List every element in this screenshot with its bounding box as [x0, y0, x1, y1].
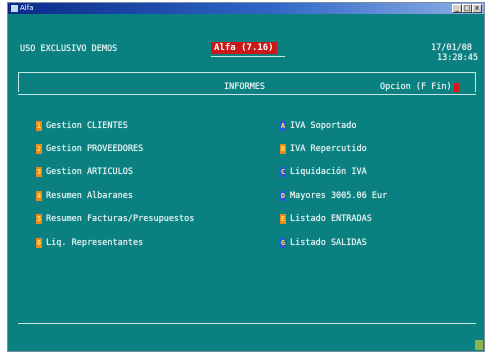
badge-underline — [211, 56, 285, 57]
option-prompt: Opcion (F Fin) — [380, 82, 452, 92]
hotkey-g: G — [280, 238, 286, 248]
hotkey-1: 1 — [36, 121, 42, 131]
minimize-icon[interactable]: _ — [452, 4, 462, 13]
section-title: INFORMES — [224, 82, 265, 92]
menu-item-label: Gestion ARTICULOS — [46, 167, 133, 177]
hotkey-3: 3 — [36, 167, 42, 177]
close-icon[interactable]: x — [472, 4, 482, 13]
bottom-separator — [18, 323, 476, 324]
menu-item-label: Gestion CLIENTES — [46, 121, 128, 131]
option-cursor[interactable] — [454, 83, 459, 92]
app-icon — [11, 5, 18, 12]
bar-right-edge — [475, 72, 476, 92]
bar-left-edge — [18, 72, 19, 92]
hotkey-e: E — [280, 214, 286, 224]
menu-item-label: IVA Repercutido — [290, 144, 367, 154]
hotkey-a: A — [280, 121, 286, 131]
menu-item-label: Gestion PROVEEDORES — [46, 144, 144, 154]
hotkey-d: D — [280, 191, 286, 201]
hotkey-5: 5 — [36, 214, 42, 224]
resize-grip-icon[interactable] — [475, 340, 483, 350]
hotkey-2: 2 — [36, 144, 42, 154]
hotkey-4: 4 — [36, 191, 42, 201]
license-label: USO EXCLUSIVO DEMOS — [20, 44, 118, 54]
maximize-icon[interactable]: □ — [462, 4, 472, 13]
bar-separator — [18, 94, 476, 95]
menu-item-label: IVA Soportado — [290, 121, 357, 131]
menu-item-label: Listado SALIDAS — [290, 238, 367, 248]
menu-item-label: Mayores 3005.06 Eur — [290, 191, 388, 201]
top-separator — [18, 72, 476, 73]
menu-item-label: Resumen Facturas/Presupuestos — [46, 214, 195, 224]
menu-item-label: Liquidación IVA — [290, 167, 367, 177]
terminal-window: Alfa _ □ x USO EXCLUSIVO DEMOS Alfa (7.1… — [7, 2, 485, 352]
menu-item-label: Listado ENTRADAS — [290, 214, 372, 224]
date-label: 17/01/08 — [431, 43, 472, 53]
menu-item-label: Resumen Albaranes — [46, 191, 133, 201]
product-badge: Alfa (7.16) — [211, 42, 277, 54]
time-label: 13:28:45 — [437, 53, 478, 63]
hotkey-c: C — [280, 167, 286, 177]
hotkey-b: B — [280, 144, 286, 154]
hotkey-6: 6 — [36, 238, 42, 248]
title-bar[interactable]: Alfa _ □ x — [8, 3, 484, 14]
menu-item-label: Liq. Representantes — [46, 238, 144, 248]
window-title: Alfa — [20, 4, 34, 12]
